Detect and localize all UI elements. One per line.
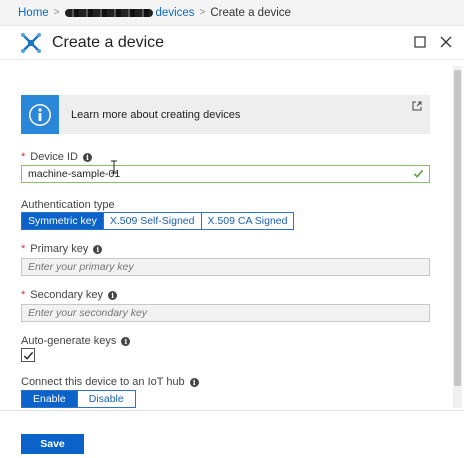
primary-key-label: * Primary key i [21, 243, 103, 255]
auth-option-x509-self-signed[interactable]: X.509 Self-Signed [102, 213, 201, 229]
device-id-label: * Device ID i [21, 151, 92, 163]
device-id-input[interactable]: machine-sample-01 [21, 165, 430, 183]
auth-option-x509-ca-signed[interactable]: X.509 CA Signed [200, 213, 294, 229]
required-marker: * [21, 151, 26, 163]
connect-option-disable[interactable]: Disable [76, 391, 135, 407]
auto-generate-label: Auto-generate keys i [21, 335, 131, 347]
page-title: Create a device [52, 33, 165, 51]
info-tooltip-icon[interactable]: i [108, 290, 118, 300]
breadcrumb-home-link[interactable]: Home [18, 7, 49, 19]
secondary-key-input[interactable] [21, 304, 430, 322]
close-button[interactable] [438, 34, 454, 50]
info-text: Learn more about creating devices [71, 108, 241, 121]
blade-footer: Save [0, 410, 464, 458]
close-icon [440, 36, 452, 48]
scrollbar-thumb[interactable] [454, 70, 461, 386]
external-link-icon[interactable] [412, 101, 422, 111]
info-tooltip-icon[interactable]: i [93, 244, 103, 254]
info-icon [29, 103, 51, 126]
redacted-hub-name [64, 8, 153, 17]
breadcrumb-devices-link[interactable]: devices [156, 7, 195, 19]
primary-key-input[interactable] [21, 258, 430, 276]
iot-device-icon [21, 32, 41, 53]
info-tooltip-icon[interactable]: i [121, 336, 131, 346]
blade-header: Create a device [0, 26, 464, 60]
text-cursor-icon [111, 160, 117, 174]
connect-hub-label: Connect this device to an IoT hub i [21, 376, 199, 388]
info-tooltip-icon[interactable]: i [82, 152, 92, 162]
breadcrumb-current: Create a device [210, 6, 291, 19]
required-marker: * [21, 289, 26, 301]
checkmark-icon [23, 351, 33, 360]
connect-hub-toggle[interactable]: Enable Disable [21, 390, 136, 408]
scrollbar[interactable] [453, 66, 462, 408]
maximize-icon [414, 36, 426, 48]
info-banner[interactable]: Learn more about creating devices [21, 95, 430, 134]
save-button[interactable]: Save [21, 434, 84, 454]
checkmark-icon [413, 169, 424, 178]
auto-generate-checkbox[interactable] [21, 348, 35, 362]
auth-option-symmetric-key[interactable]: Symmetric key [22, 213, 103, 229]
chevron-right-icon: > [199, 7, 206, 18]
connect-option-enable[interactable]: Enable [22, 391, 77, 407]
maximize-button[interactable] [412, 34, 428, 50]
secondary-key-label: * Secondary key i [21, 289, 118, 301]
device-id-value: machine-sample-01 [28, 168, 121, 180]
info-tooltip-icon[interactable]: i [189, 377, 199, 387]
required-marker: * [21, 243, 26, 255]
chevron-right-icon: > [53, 7, 60, 18]
breadcrumb: Home > devices > Create a device [0, 0, 464, 26]
auth-type-toggle[interactable]: Symmetric key X.509 Self-Signed X.509 CA… [21, 212, 295, 230]
auth-type-label: Authentication type [21, 199, 115, 211]
